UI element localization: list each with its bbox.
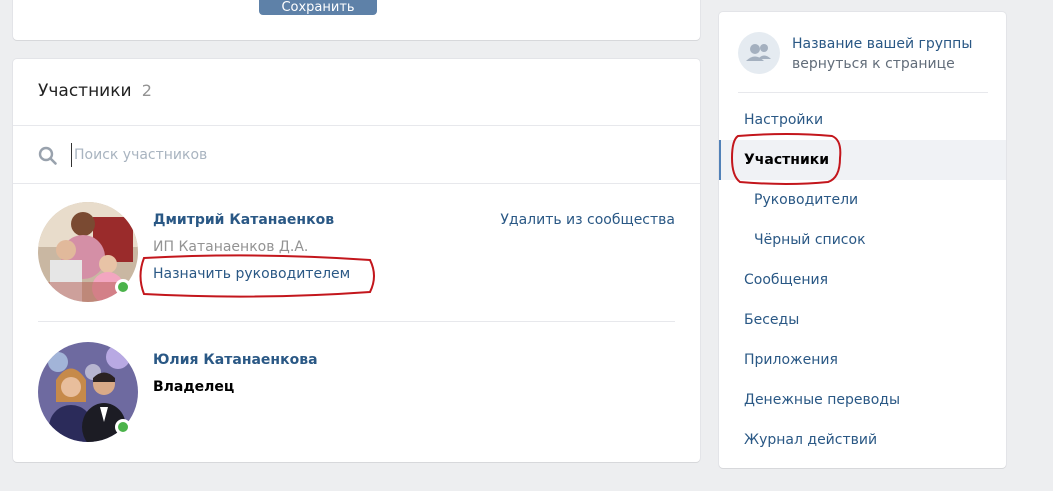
member-name[interactable]: Дмитрий Катанаенков [153,212,334,228]
settings-card: Сохранить [13,0,700,40]
sidebar-item-action-log[interactable]: Журнал действий [719,420,1006,460]
save-button[interactable]: Сохранить [259,0,377,15]
search-icon [38,146,57,165]
group-icon[interactable] [738,32,780,74]
members-title: Участники [38,81,132,101]
members-header: Участники 2 [13,59,700,126]
member-role: Владелец [153,379,235,395]
sidebar-item-settings[interactable]: Настройки [719,100,1006,140]
member-subtitle: ИП Катанаенков Д.А. [153,239,309,255]
back-to-page-link[interactable]: вернуться к странице [792,56,955,72]
sidebar-item-money-transfers[interactable]: Денежные переводы [719,380,1006,420]
group-header: Название вашей группы вернуться к страни… [719,12,1006,92]
assign-manager-link[interactable]: Назначить руководителем [153,266,350,282]
member-name[interactable]: Юлия Катанаенкова [153,352,318,368]
sidebar: Название вашей группы вернуться к страни… [719,12,1006,468]
members-count: 2 [141,81,152,100]
search-row [13,126,700,184]
sidebar-item-chats[interactable]: Беседы [719,300,1006,340]
online-indicator [115,279,131,295]
member-row: Юлия Катанаенкова Владелец [38,342,675,452]
sidebar-item-messages[interactable]: Сообщения [719,260,1006,300]
divider [738,92,988,93]
sidebar-item-members[interactable]: Участники [719,140,1006,180]
remove-from-community-link[interactable]: Удалить из сообщества [500,212,675,228]
sidebar-item-managers[interactable]: Руководители [719,180,1006,220]
sidebar-item-blacklist[interactable]: Чёрный список [719,220,1006,260]
sidebar-item-apps[interactable]: Приложения [719,340,1006,380]
search-input[interactable] [71,143,651,167]
divider [38,321,675,322]
members-card: Участники 2 Дмитрий Катанае [13,59,700,462]
online-indicator [115,419,131,435]
group-name[interactable]: Название вашей группы [792,36,972,52]
member-row: Дмитрий Катанаенков ИП Катанаенков Д.А. … [38,202,675,327]
